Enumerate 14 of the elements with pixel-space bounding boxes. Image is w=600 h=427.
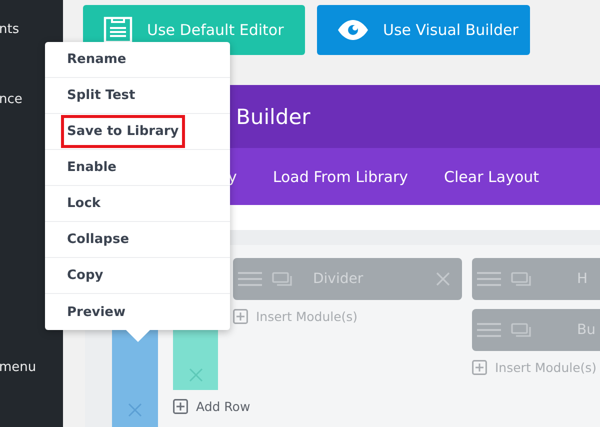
context-option[interactable]: Enable: [45, 150, 230, 186]
sidebar-item[interactable]: nts: [0, 22, 63, 37]
context-option[interactable]: Collapse: [45, 222, 230, 258]
builder-title: Builder: [236, 104, 310, 128]
toolbar-link[interactable]: Clear Layout: [444, 168, 540, 186]
context-option[interactable]: Preview: [45, 294, 230, 330]
toolbar-link[interactable]: Load From Library: [272, 168, 408, 186]
context-option[interactable]: Rename: [45, 42, 230, 78]
visual-builder-button[interactable]: Use Visual Builder: [317, 5, 530, 55]
context-option[interactable]: Lock: [45, 186, 230, 222]
add-row-link[interactable]: Add Row: [196, 399, 250, 414]
context-option[interactable]: Split Test: [45, 78, 230, 114]
context-option[interactable]: Copy: [45, 258, 230, 294]
sidebar-item[interactable]: menu: [0, 360, 63, 375]
